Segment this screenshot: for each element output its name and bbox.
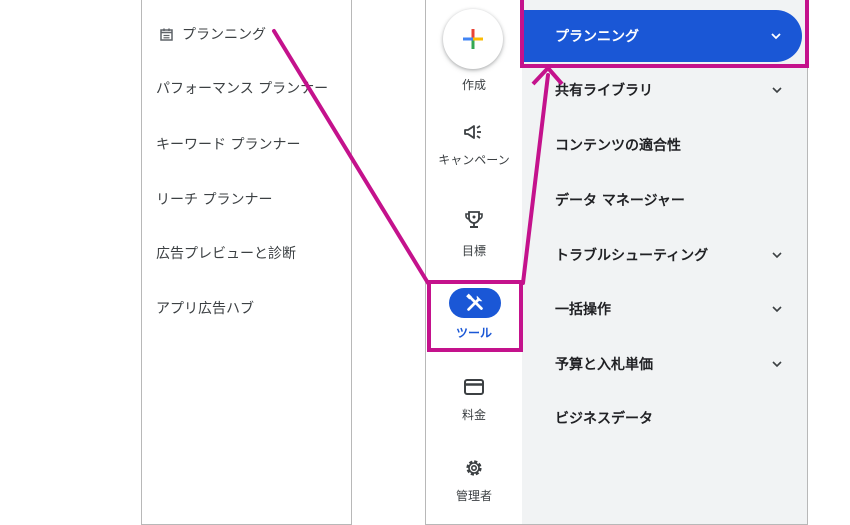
chevron-down-icon — [772, 252, 782, 259]
menu-item-label: ビジネスデータ — [555, 411, 653, 427]
rail-label-admin: 管理者 — [455, 489, 492, 503]
rail-label-campaigns[interactable]: キャンペーン — [434, 153, 514, 167]
planning-submenu-title: プランニング — [182, 27, 266, 43]
credit-card-icon[interactable] — [462, 375, 486, 399]
rail-label-goals: 目標 — [461, 244, 486, 258]
chevron-down-icon — [772, 87, 782, 94]
menu-item-label: 予算と入札単価 — [555, 357, 653, 373]
menu-item-business-data[interactable]: ビジネスデータ — [522, 390, 807, 446]
planning-submenu-header[interactable]: プランニング — [160, 24, 266, 44]
highlight-planning-menu — [520, 0, 809, 68]
menu-item-troubleshooting[interactable]: トラブルシューティング — [522, 227, 807, 283]
menu-item-budgets-bids[interactable]: 予算と入札単価 — [522, 336, 807, 392]
chevron-down-icon — [772, 361, 782, 368]
highlight-tools-button — [427, 280, 523, 352]
submenu-item-reach-planner[interactable]: リーチ プランナー — [156, 189, 272, 209]
navigation-panel: 作成 キャンペーン 目標 ツール 料金 管理者 プランニング 共有ライブラリ コ… — [425, 0, 808, 525]
menu-item-bulk-actions[interactable]: 一括操作 — [522, 281, 807, 337]
submenu-item-performance-planner[interactable]: パフォーマンス プランナー — [156, 78, 328, 98]
create-button[interactable] — [443, 9, 503, 69]
menu-item-shared-library[interactable]: 共有ライブラリ — [522, 62, 807, 118]
nav-rail: 作成 キャンペーン 目標 ツール 料金 管理者 — [426, 0, 522, 524]
gear-icon[interactable] — [462, 456, 486, 480]
menu-item-data-manager[interactable]: データ マネージャー — [522, 172, 807, 228]
megaphone-icon[interactable] — [462, 120, 486, 144]
menu-item-label: コンテンツの適合性 — [555, 138, 681, 154]
submenu-item-app-ads-hub[interactable]: アプリ広告ハブ — [156, 298, 254, 318]
submenu-item-ad-preview[interactable]: 広告プレビューと診断 — [156, 243, 296, 263]
rail-label-billing: 料金 — [461, 408, 486, 422]
plus-icon — [463, 29, 483, 49]
chevron-down-icon — [772, 306, 782, 313]
menu-item-label: 一括操作 — [555, 302, 611, 318]
menu-item-content-suitability[interactable]: コンテンツの適合性 — [522, 117, 807, 173]
rail-label-create: 作成 — [461, 78, 486, 92]
menu-item-label: 共有ライブラリ — [555, 83, 653, 99]
submenu-item-keyword-planner[interactable]: キーワード プランナー — [156, 134, 300, 154]
menu-item-label: データ マネージャー — [555, 193, 685, 209]
calendar-icon — [160, 28, 173, 41]
trophy-icon[interactable] — [462, 208, 486, 232]
planning-submenu-panel: プランニング パフォーマンス プランナー キーワード プランナー リーチ プラン… — [141, 0, 352, 525]
menu-item-label: トラブルシューティング — [555, 248, 709, 264]
